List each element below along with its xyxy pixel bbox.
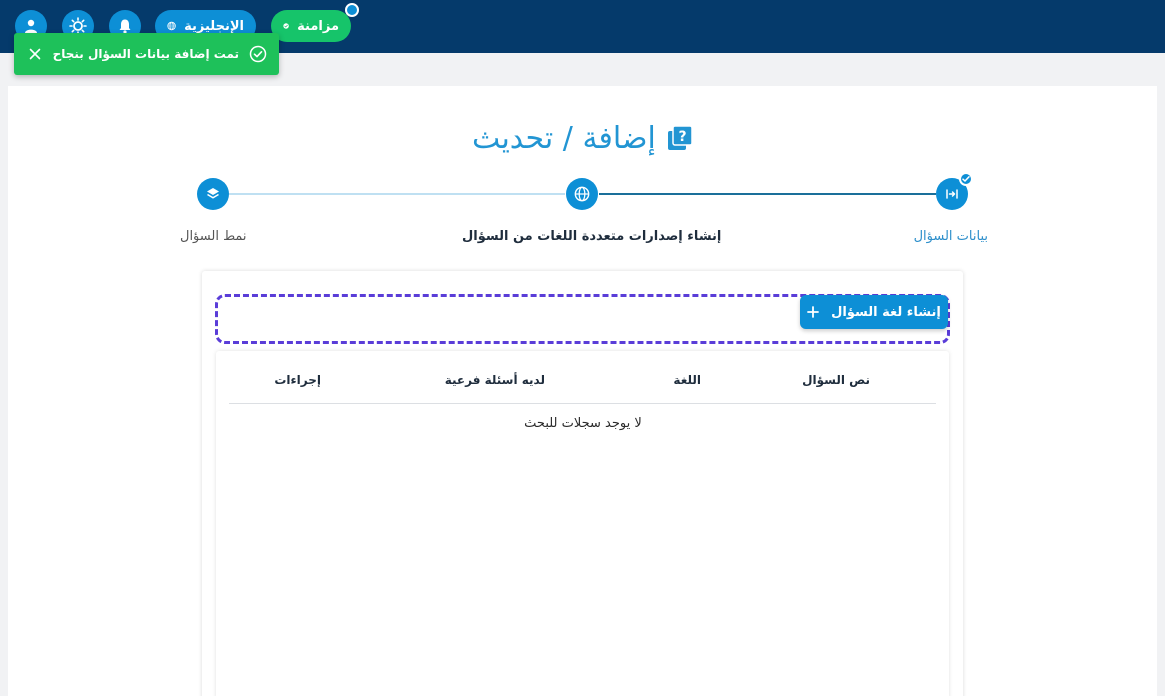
step-label-multilingual: إنشاء إصدارات متعددة اللغات من السؤال <box>462 229 722 244</box>
arrows-icon <box>946 189 958 199</box>
sync-label: مزامنة <box>297 18 339 34</box>
check-icon <box>962 176 970 183</box>
user-icon <box>25 19 37 33</box>
stepper-line-pending <box>229 193 565 195</box>
step-label-question-type: نمط السؤال <box>180 229 247 244</box>
language-label: الإنجليزية <box>184 18 244 34</box>
globe-icon <box>574 186 590 202</box>
page-title: إضافة / تحديث ? <box>472 118 694 158</box>
toast-close-button[interactable] <box>26 45 44 63</box>
step-label-question-data: بيانات السؤال <box>913 229 988 244</box>
check-circle-outline-icon <box>249 45 267 63</box>
layers-icon <box>207 188 219 199</box>
sync-status-dot <box>345 3 359 17</box>
column-header-language: اللغة <box>673 373 701 387</box>
create-question-language-button[interactable]: إنشاء لغة السؤال <box>800 295 948 329</box>
bell-icon <box>119 19 131 34</box>
plus-icon <box>807 306 820 318</box>
step-multilingual-versions[interactable] <box>566 178 598 210</box>
svg-text:?: ? <box>678 129 686 145</box>
toast-message: تمت إضافة بيانات السؤال بنجاح <box>52 47 239 61</box>
check-circle-icon <box>283 23 289 29</box>
column-header-question-text: نص السؤال <box>802 373 870 387</box>
step-completed-badge <box>959 172 973 186</box>
step-question-type[interactable] <box>197 178 229 210</box>
question-book-icon: ? <box>667 125 693 150</box>
page-title-text: إضافة / تحديث <box>472 120 656 156</box>
column-header-has-subquestions: لديه أسئلة فرعية <box>444 373 545 387</box>
create-question-language-label: إنشاء لغة السؤال <box>831 304 941 320</box>
table-header-divider <box>229 403 936 404</box>
stepper-line-completed <box>599 193 936 195</box>
empty-table-message: لا يوجد سجلات للبحث <box>524 416 642 431</box>
column-header-actions: إجراءات <box>274 373 321 387</box>
sync-button[interactable]: مزامنة <box>271 3 359 42</box>
success-toast: تمت إضافة بيانات السؤال بنجاح <box>14 33 279 75</box>
close-icon <box>29 48 41 60</box>
